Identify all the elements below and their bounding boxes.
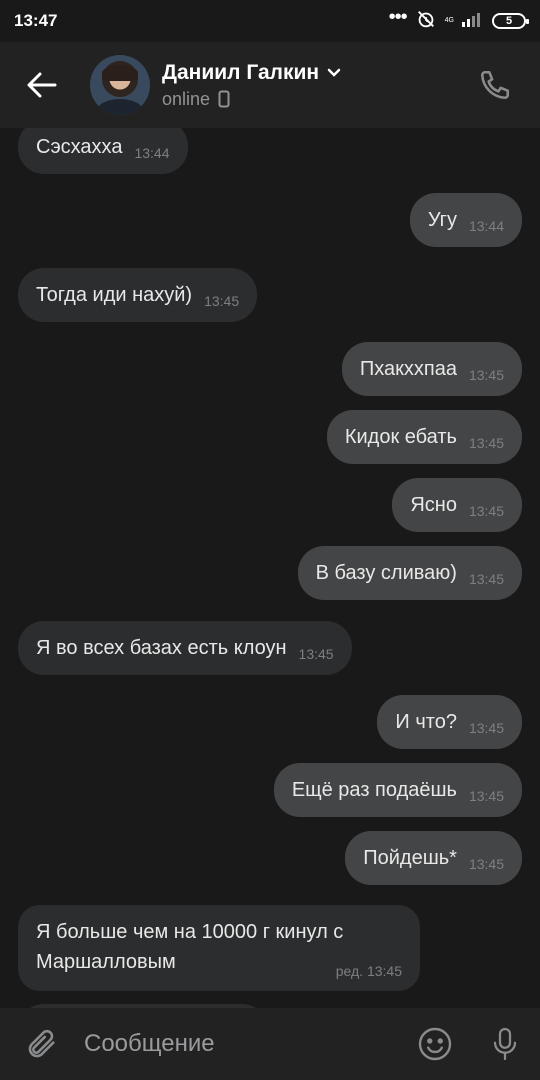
message-time: 13:45 (468, 720, 504, 736)
message-text: Кидок ебать (344, 425, 457, 448)
message-bubble[interactable]: Ясно 13:45 (392, 478, 522, 532)
arrow-left-icon (27, 72, 57, 98)
message-list: Сэсхахха 13:44 Угу 13:44 Тогда иди нахуй… (0, 128, 540, 1008)
message-time: 13:44 (468, 218, 504, 234)
message-text: Пхакххпаа (359, 357, 457, 380)
message-bubble[interactable]: Ещё раз подаёшь 13:45 (273, 763, 522, 817)
alarm-off-icon (415, 8, 437, 35)
message-bubble[interactable]: Кидок ебать 13:45 (326, 410, 522, 464)
microphone-icon (493, 1027, 517, 1061)
message-time: 13:44 (134, 145, 170, 161)
message-bubble[interactable]: В базу сливаю) 13:45 (297, 546, 522, 600)
message-text: Тогда иди нахуй) (36, 283, 193, 306)
network-type: 4G (444, 17, 454, 24)
chevron-down-icon (327, 68, 341, 77)
contact-status-row: online (162, 89, 341, 110)
message-time: 13:45 (468, 788, 504, 804)
message-bubble[interactable]: Пхакххпаа 13:45 (341, 342, 522, 396)
contact-name: Даниил Галкин (162, 60, 320, 84)
message-time: 13:45 (204, 293, 240, 309)
message-time: 13:45 (468, 856, 504, 872)
voice-message-button[interactable] (470, 1008, 540, 1080)
call-button[interactable] (460, 42, 530, 128)
message-time: 13:45 (298, 646, 334, 662)
message-text: Сэсхахха (36, 135, 123, 158)
message-text: Угу (427, 208, 457, 231)
message-composer (0, 1008, 540, 1080)
message-time: ред. 13:45 (335, 963, 402, 979)
message-time: 13:45 (468, 367, 504, 383)
back-button[interactable] (0, 42, 84, 128)
message-bubble[interactable]: Я больше чем на 10000 г кинул с Маршалло… (18, 905, 420, 991)
more-notifications-icon: ••• (388, 6, 408, 28)
attach-button[interactable] (0, 1008, 84, 1080)
emoji-button[interactable] (400, 1008, 470, 1080)
message-text: И что? (395, 710, 457, 733)
message-bubble[interactable]: И что? 13:45 (377, 695, 522, 749)
message-text: Пойдешь* (363, 846, 457, 869)
message-time: 13:45 (468, 435, 504, 451)
message-bubble[interactable]: Сэсхахха 13:44 (18, 128, 188, 174)
message-text: Ясно (410, 493, 457, 516)
status-time: 13:47 (14, 11, 58, 30)
avatar[interactable] (90, 55, 150, 115)
message-input[interactable] (84, 1030, 400, 1058)
message-bubble[interactable]: Тогда иди нахуй) 13:45 (18, 268, 258, 322)
network-indicator: 4G (445, 17, 454, 25)
status-bar: 13:47 ••• 4G 5 (0, 0, 540, 42)
message-text: Я во всех базах есть клоун (36, 636, 287, 659)
message-time: 13:45 (468, 571, 504, 587)
contact-info[interactable]: Даниил Галкин online (162, 61, 341, 110)
smile-icon (418, 1027, 452, 1061)
phone-icon (480, 70, 510, 100)
battery-level: 5 (505, 15, 513, 27)
mobile-device-icon (218, 90, 230, 108)
message-time: 13:45 (468, 503, 504, 519)
message-text: В базу сливаю) (315, 561, 457, 584)
signal-icon (462, 11, 484, 32)
message-bubble[interactable]: Я во всех базах есть клоун 13:45 (18, 621, 352, 675)
paperclip-icon (28, 1029, 55, 1058)
battery-icon: 5 (492, 13, 529, 29)
message-bubble[interactable]: Угу 13:44 (409, 193, 522, 247)
message-text: Ещё раз подаёшь (291, 778, 457, 801)
message-bubble[interactable]: Пойдешь* 13:45 (345, 831, 522, 885)
chat-header: Даниил Галкин online (0, 42, 540, 128)
contact-name-row: Даниил Галкин (162, 61, 341, 85)
status-icons: ••• 4G 5 (388, 6, 529, 35)
contact-status: online (162, 88, 211, 109)
